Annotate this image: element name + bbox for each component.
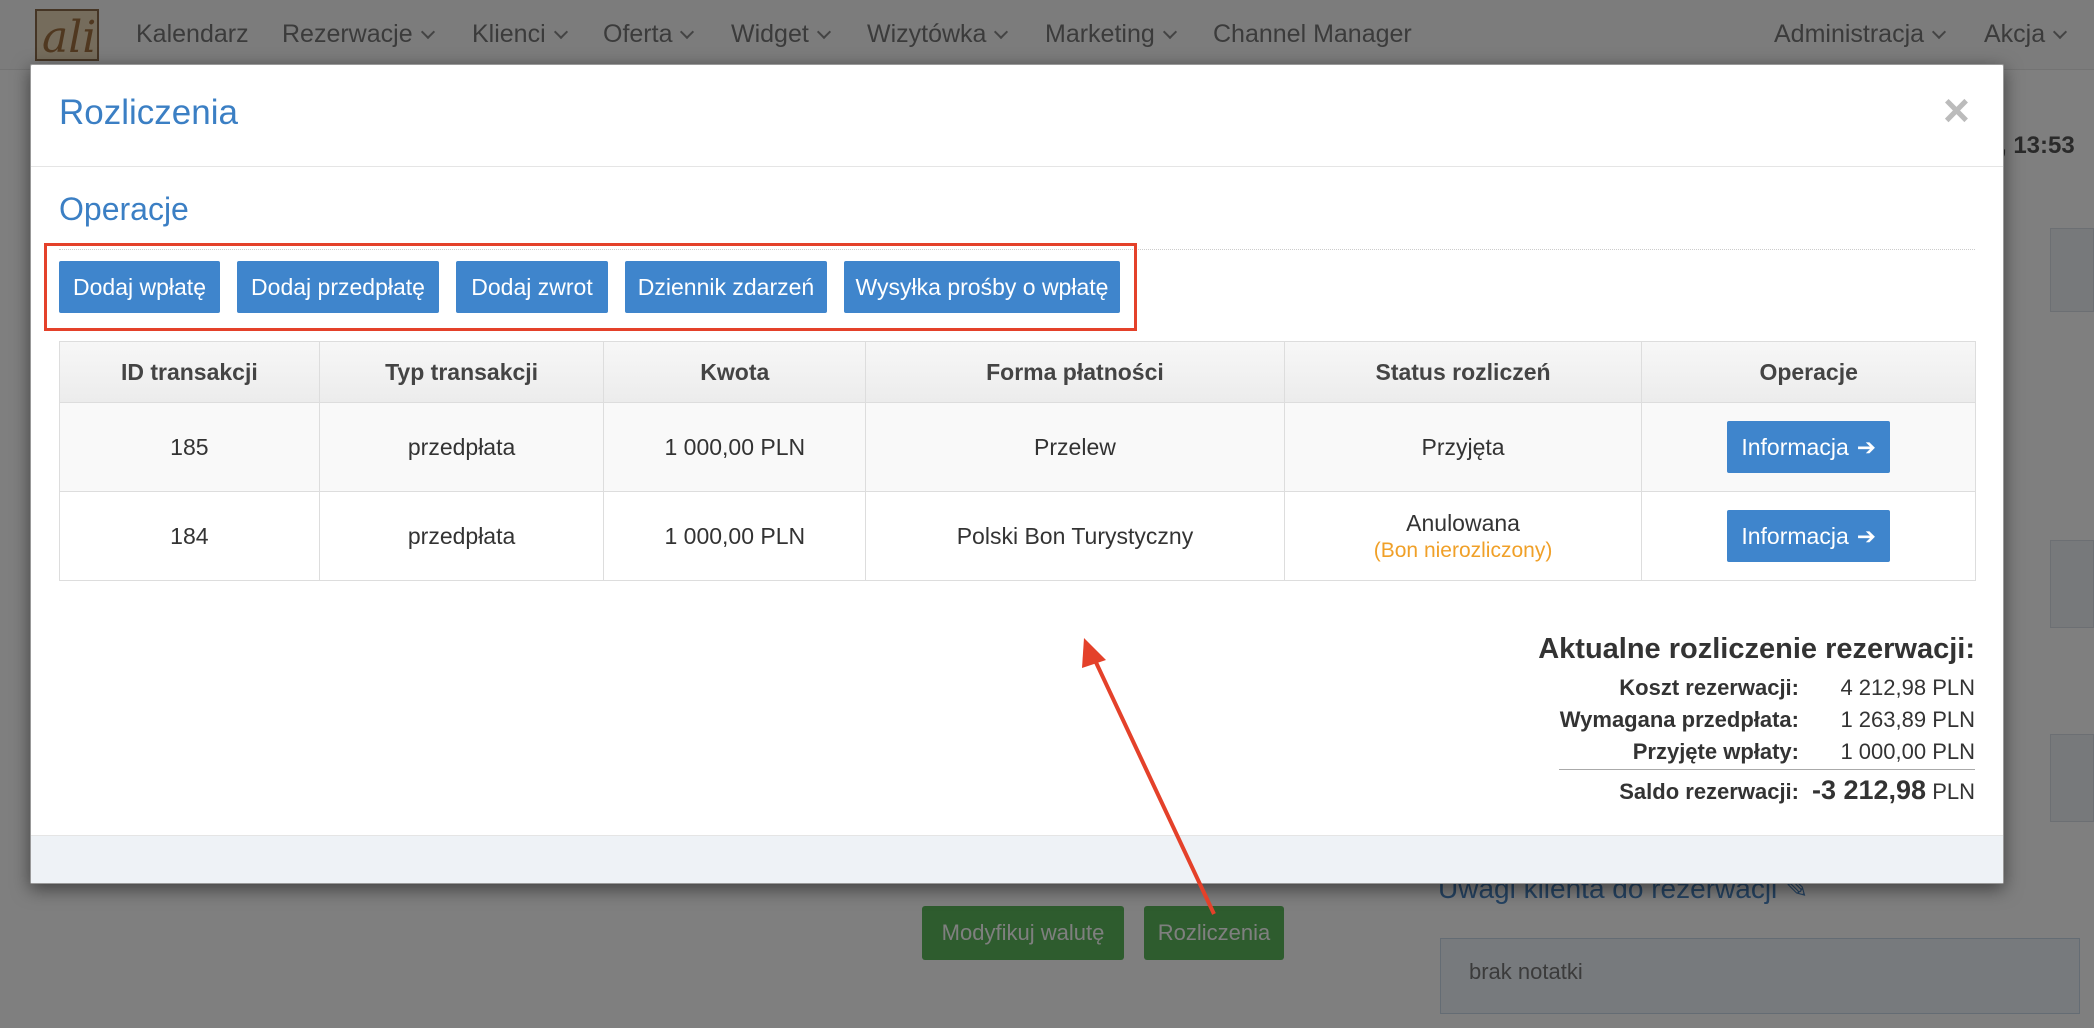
- balance-amount: -3 212,98: [1811, 775, 1927, 805]
- summary-row-cost: Koszt rezerwacji: 4 212,98 PLN: [1559, 675, 1975, 701]
- add-prepayment-button[interactable]: Dodaj przedpłatę: [237, 261, 439, 313]
- add-payment-button[interactable]: Dodaj wpłatę: [59, 261, 220, 313]
- modal-header: Rozliczenia ×: [31, 65, 2003, 167]
- column-header: ID transakcji: [60, 342, 320, 402]
- column-header: Kwota: [604, 342, 867, 402]
- summary-value: 1 263,89 PLN: [1840, 707, 1975, 732]
- modal-footer: [31, 835, 2003, 883]
- column-header: Typ transakcji: [319, 342, 605, 402]
- summary-row-required-prepayment: Wymagana przedpłata: 1 263,89 PLN: [1559, 707, 1975, 733]
- summary-row-received-payments: Przyjęte wpłaty: 1 000,00 PLN: [1559, 739, 1975, 765]
- status-text: Anulowana: [1406, 509, 1520, 536]
- information-button-label: Informacja: [1741, 433, 1849, 460]
- information-button[interactable]: Informacja ➔: [1727, 510, 1891, 562]
- payment-method: Przelew: [866, 403, 1285, 491]
- table-header-row: ID transakcji Typ transakcji Kwota Forma…: [60, 342, 1976, 403]
- table-row: 184 przedpłata 1 000,00 PLN Polski Bon T…: [60, 492, 1975, 580]
- status-text: Przyjęta: [1421, 433, 1505, 460]
- settlements-modal: Rozliczenia × Operacje Dodaj wpłatę Doda…: [30, 64, 2004, 884]
- summary-label: Koszt rezerwacji:: [1619, 675, 1799, 700]
- column-header: Status rozliczeń: [1284, 342, 1643, 402]
- add-refund-button[interactable]: Dodaj zwrot: [456, 261, 608, 313]
- operations-cell: Informacja ➔: [1642, 403, 1976, 491]
- column-header: Forma płatności: [866, 342, 1285, 402]
- summary-label: Wymagana przedpłata:: [1559, 707, 1799, 732]
- information-button[interactable]: Informacja ➔: [1727, 421, 1891, 473]
- transaction-amount: 1 000,00 PLN: [604, 492, 867, 580]
- transactions-table: ID transakcji Typ transakcji Kwota Forma…: [59, 341, 1976, 581]
- status-note: (Bon nierozliczony): [1373, 538, 1553, 562]
- settlement-status: Anulowana (Bon nierozliczony): [1285, 492, 1643, 580]
- summary-value: 4 212,98 PLN: [1840, 675, 1975, 700]
- arrow-right-icon: ➔: [1856, 522, 1877, 549]
- payment-method: Polski Bon Turystyczny: [866, 492, 1285, 580]
- summary-divider: [1559, 769, 1975, 770]
- transaction-id: 184: [60, 492, 320, 580]
- table-row: 185 przedpłata 1 000,00 PLN Przelew Przy…: [60, 403, 1976, 492]
- arrow-right-icon: ➔: [1856, 433, 1877, 460]
- send-payment-request-button[interactable]: Wysyłka prośby o wpłatę: [844, 261, 1120, 313]
- summary-label: Przyjęte wpłaty:: [1632, 739, 1799, 764]
- summary-row-balance: Saldo rezerwacji: -3 212,98 PLN: [1559, 775, 1975, 806]
- close-icon[interactable]: ×: [1943, 87, 1970, 133]
- transaction-type: przedpłata: [320, 492, 605, 580]
- information-button-label: Informacja: [1741, 522, 1849, 549]
- summary-label: Saldo rezerwacji:: [1619, 779, 1799, 804]
- balance-currency: PLN: [1932, 779, 1975, 804]
- settlement-status: Przyjęta: [1284, 403, 1643, 491]
- event-log-button[interactable]: Dziennik zdarzeń: [625, 261, 827, 313]
- column-header: Operacje: [1642, 342, 1976, 402]
- transaction-id: 185: [60, 403, 320, 491]
- transaction-type: przedpłata: [319, 403, 605, 491]
- summary-value: -3 212,98 PLN: [1799, 775, 1975, 806]
- transaction-amount: 1 000,00 PLN: [604, 403, 867, 491]
- settlement-summary-title: Aktualne rozliczenie rezerwacji:: [1538, 633, 1975, 665]
- modal-title: Rozliczenia: [59, 93, 238, 132]
- summary-value: 1 000,00 PLN: [1840, 739, 1975, 764]
- operations-cell: Informacja ➔: [1642, 492, 1975, 580]
- operations-section-title: Operacje: [59, 191, 189, 227]
